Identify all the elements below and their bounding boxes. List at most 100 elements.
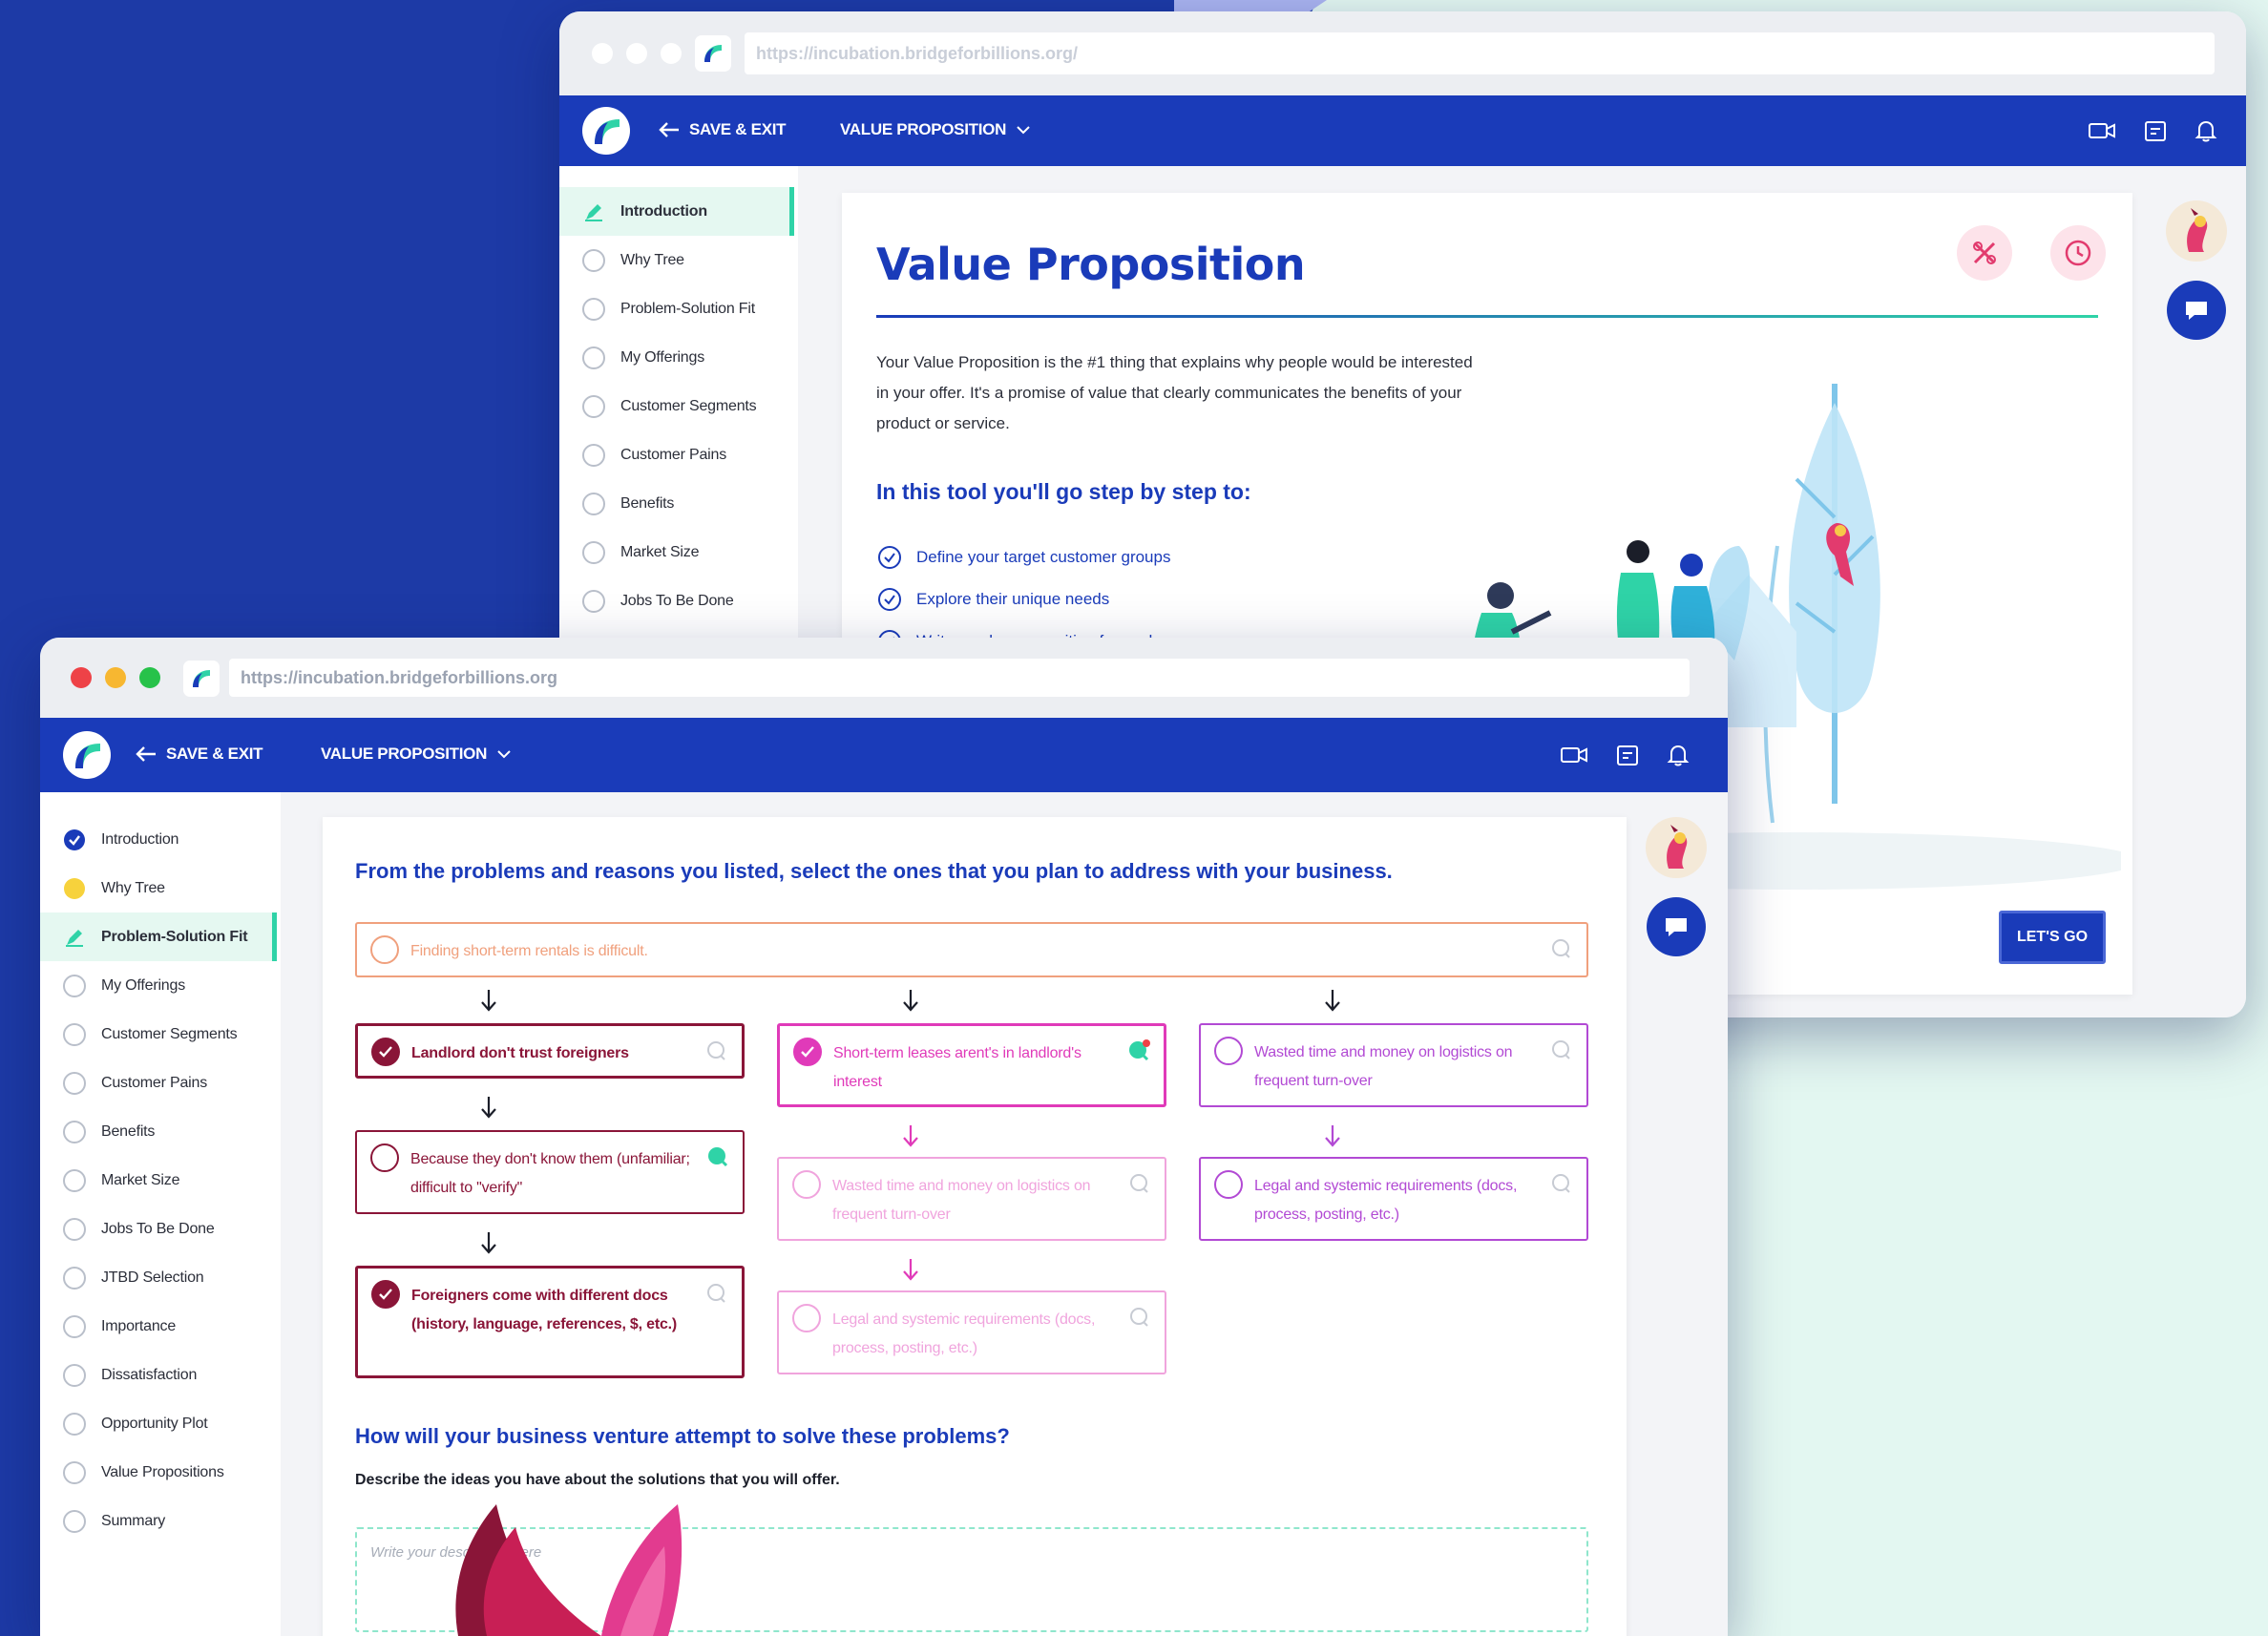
- sidebar-item-why-tree[interactable]: Why Tree: [559, 236, 794, 284]
- logo-icon[interactable]: [63, 731, 111, 779]
- bell-icon[interactable]: [1667, 743, 1690, 767]
- status-ring-icon: [63, 1412, 86, 1436]
- address-bar[interactable]: https://incubation.bridgeforbillions.org…: [745, 32, 2215, 74]
- window-controls[interactable]: [71, 667, 160, 688]
- sidebar-item-why-tree[interactable]: Why Tree: [40, 864, 277, 912]
- close-dot[interactable]: [592, 43, 613, 64]
- comment-icon[interactable]: [1550, 1172, 1573, 1195]
- sidebar-item-market-size[interactable]: Market Size: [559, 528, 794, 577]
- tool-menu-dropdown[interactable]: VALUE PROPOSITION: [840, 120, 1031, 139]
- comment-icon[interactable]: [706, 1145, 729, 1168]
- page-title: Value Proposition: [876, 239, 1306, 290]
- save-exit-button[interactable]: SAVE & EXIT: [136, 745, 263, 764]
- status-ring-icon: [63, 1363, 86, 1387]
- sidebar-item-opportunity-plot[interactable]: Opportunity Plot: [40, 1399, 277, 1448]
- sidebar-item-customer-segments[interactable]: Customer Segments: [559, 382, 794, 430]
- comment-icon[interactable]: [1128, 1306, 1151, 1329]
- comment-icon[interactable]: [705, 1282, 728, 1305]
- sidebar-item-benefits[interactable]: Benefits: [559, 479, 794, 528]
- select-checkbox[interactable]: [792, 1170, 821, 1199]
- minimize-dot[interactable]: [105, 667, 126, 688]
- select-checkbox[interactable]: [370, 1143, 399, 1172]
- select-checkbox[interactable]: [793, 1038, 822, 1066]
- calendar-icon[interactable]: [2143, 118, 2168, 143]
- comment-icon[interactable]: [1550, 937, 1573, 960]
- close-dot[interactable]: [71, 667, 92, 688]
- sidebar-item-customer-pains[interactable]: Customer Pains: [559, 430, 794, 479]
- sidebar-item-my-offerings[interactable]: My Offerings: [40, 961, 277, 1010]
- calendar-icon[interactable]: [1615, 743, 1640, 767]
- sidebar-item-customer-segments[interactable]: Customer Segments: [40, 1010, 277, 1059]
- maximize-dot[interactable]: [139, 667, 160, 688]
- reason-box[interactable]: Short-term leases arent's in landlord's …: [777, 1023, 1166, 1107]
- lets-go-button[interactable]: LET'S GO: [1999, 911, 2106, 964]
- sidebar-item-introduction[interactable]: Introduction: [559, 187, 794, 236]
- comment-icon[interactable]: [1550, 1038, 1573, 1061]
- chat-button[interactable]: [1647, 897, 1706, 956]
- chevron-down-icon: [1017, 126, 1030, 135]
- address-bar[interactable]: https://incubation.bridgeforbillions.org: [229, 659, 1690, 697]
- reason-box[interactable]: Wasted time and money on logistics on fr…: [1199, 1023, 1588, 1107]
- avatar[interactable]: [2166, 200, 2227, 262]
- sidebar-item-label: Customer Segments: [101, 1025, 238, 1042]
- reason-box[interactable]: Wasted time and money on logistics on fr…: [777, 1157, 1166, 1241]
- partial-status-icon: [64, 877, 85, 899]
- sidebar-item-introduction[interactable]: Introduction: [40, 815, 277, 864]
- tool-menu-dropdown[interactable]: VALUE PROPOSITION: [321, 745, 512, 764]
- sidebar-item-jobs-to-be-done[interactable]: Jobs To Be Done: [40, 1205, 277, 1253]
- sidebar-item-dissatisfaction[interactable]: Dissatisfaction: [40, 1351, 277, 1399]
- sidebar-item-problem-solution-fit[interactable]: Problem-Solution Fit: [559, 284, 794, 333]
- sidebar-item-customer-pains[interactable]: Customer Pains: [40, 1059, 277, 1107]
- select-checkbox[interactable]: [1214, 1037, 1243, 1065]
- arrow-down-icon: [899, 987, 922, 1014]
- select-checkbox[interactable]: [371, 1280, 400, 1309]
- select-checkbox[interactable]: [371, 1038, 400, 1066]
- sidebar-item-jtbd-selection[interactable]: JTBD Selection: [40, 1253, 277, 1302]
- select-checkbox[interactable]: [792, 1304, 821, 1332]
- window-controls[interactable]: [592, 43, 682, 64]
- comment-icon[interactable]: [705, 1039, 728, 1062]
- check-circle-icon: [64, 828, 85, 850]
- sidebar-item-importance[interactable]: Importance: [40, 1302, 277, 1351]
- sidebar-item-problem-solution-fit[interactable]: Problem-Solution Fit: [40, 912, 277, 961]
- reason-box[interactable]: Foreigners come with different docs (his…: [355, 1266, 745, 1378]
- sidebar-item-jobs-to-be-done[interactable]: Jobs To Be Done: [559, 577, 794, 625]
- save-exit-button[interactable]: SAVE & EXIT: [659, 120, 787, 139]
- maximize-dot[interactable]: [661, 43, 682, 64]
- sidebar-item-benefits[interactable]: Benefits: [40, 1107, 277, 1156]
- chat-button[interactable]: [2167, 281, 2226, 340]
- sidebar-item-my-offerings[interactable]: My Offerings: [559, 333, 794, 382]
- minimize-dot[interactable]: [626, 43, 647, 64]
- pencil-icon: [63, 926, 86, 949]
- reason-box[interactable]: Legal and systemic requirements (docs, p…: [1199, 1157, 1588, 1241]
- video-icon[interactable]: [2088, 120, 2116, 141]
- status-ring-icon: [63, 1314, 86, 1338]
- history-button[interactable]: [2050, 225, 2106, 281]
- avatar[interactable]: [1646, 817, 1707, 878]
- root-problem-box[interactable]: Finding short-term rentals is difficult.: [355, 922, 1588, 977]
- comment-icon[interactable]: [1128, 1172, 1151, 1195]
- arrow-down-icon: [1321, 987, 1344, 1014]
- status-ring-icon: [63, 1266, 86, 1290]
- title-divider: [876, 315, 2098, 318]
- app-header: SAVE & EXIT VALUE PROPOSITION: [559, 95, 2246, 166]
- close-tool-button[interactable]: [1957, 225, 2012, 281]
- browser-chrome: https://incubation.bridgeforbillions.org: [40, 638, 1728, 718]
- arrow-down-icon: [477, 1094, 500, 1121]
- reason-box[interactable]: Because they don't know them (unfamiliar…: [355, 1130, 745, 1214]
- sidebar-item-summary[interactable]: Summary: [40, 1497, 277, 1545]
- bell-icon[interactable]: [2194, 118, 2217, 143]
- sidebar-item-value-propositions[interactable]: Value Propositions: [40, 1448, 277, 1497]
- reason-box[interactable]: Landlord don't trust foreigners: [355, 1023, 745, 1079]
- video-icon[interactable]: [1560, 745, 1588, 766]
- arrow-down-icon: [1321, 1122, 1344, 1149]
- problem-text: Finding short-term rentals is difficult.: [410, 943, 648, 959]
- sidebar-item-label: Problem-Solution Fit: [620, 300, 755, 317]
- sidebar-item-market-size[interactable]: Market Size: [40, 1156, 277, 1205]
- comment-icon[interactable]: [1127, 1039, 1150, 1062]
- check-circle-icon: [878, 588, 901, 611]
- reason-box[interactable]: Legal and systemic requirements (docs, p…: [777, 1290, 1166, 1374]
- logo-icon[interactable]: [582, 107, 630, 155]
- select-checkbox[interactable]: [1214, 1170, 1243, 1199]
- select-checkbox[interactable]: [370, 935, 399, 964]
